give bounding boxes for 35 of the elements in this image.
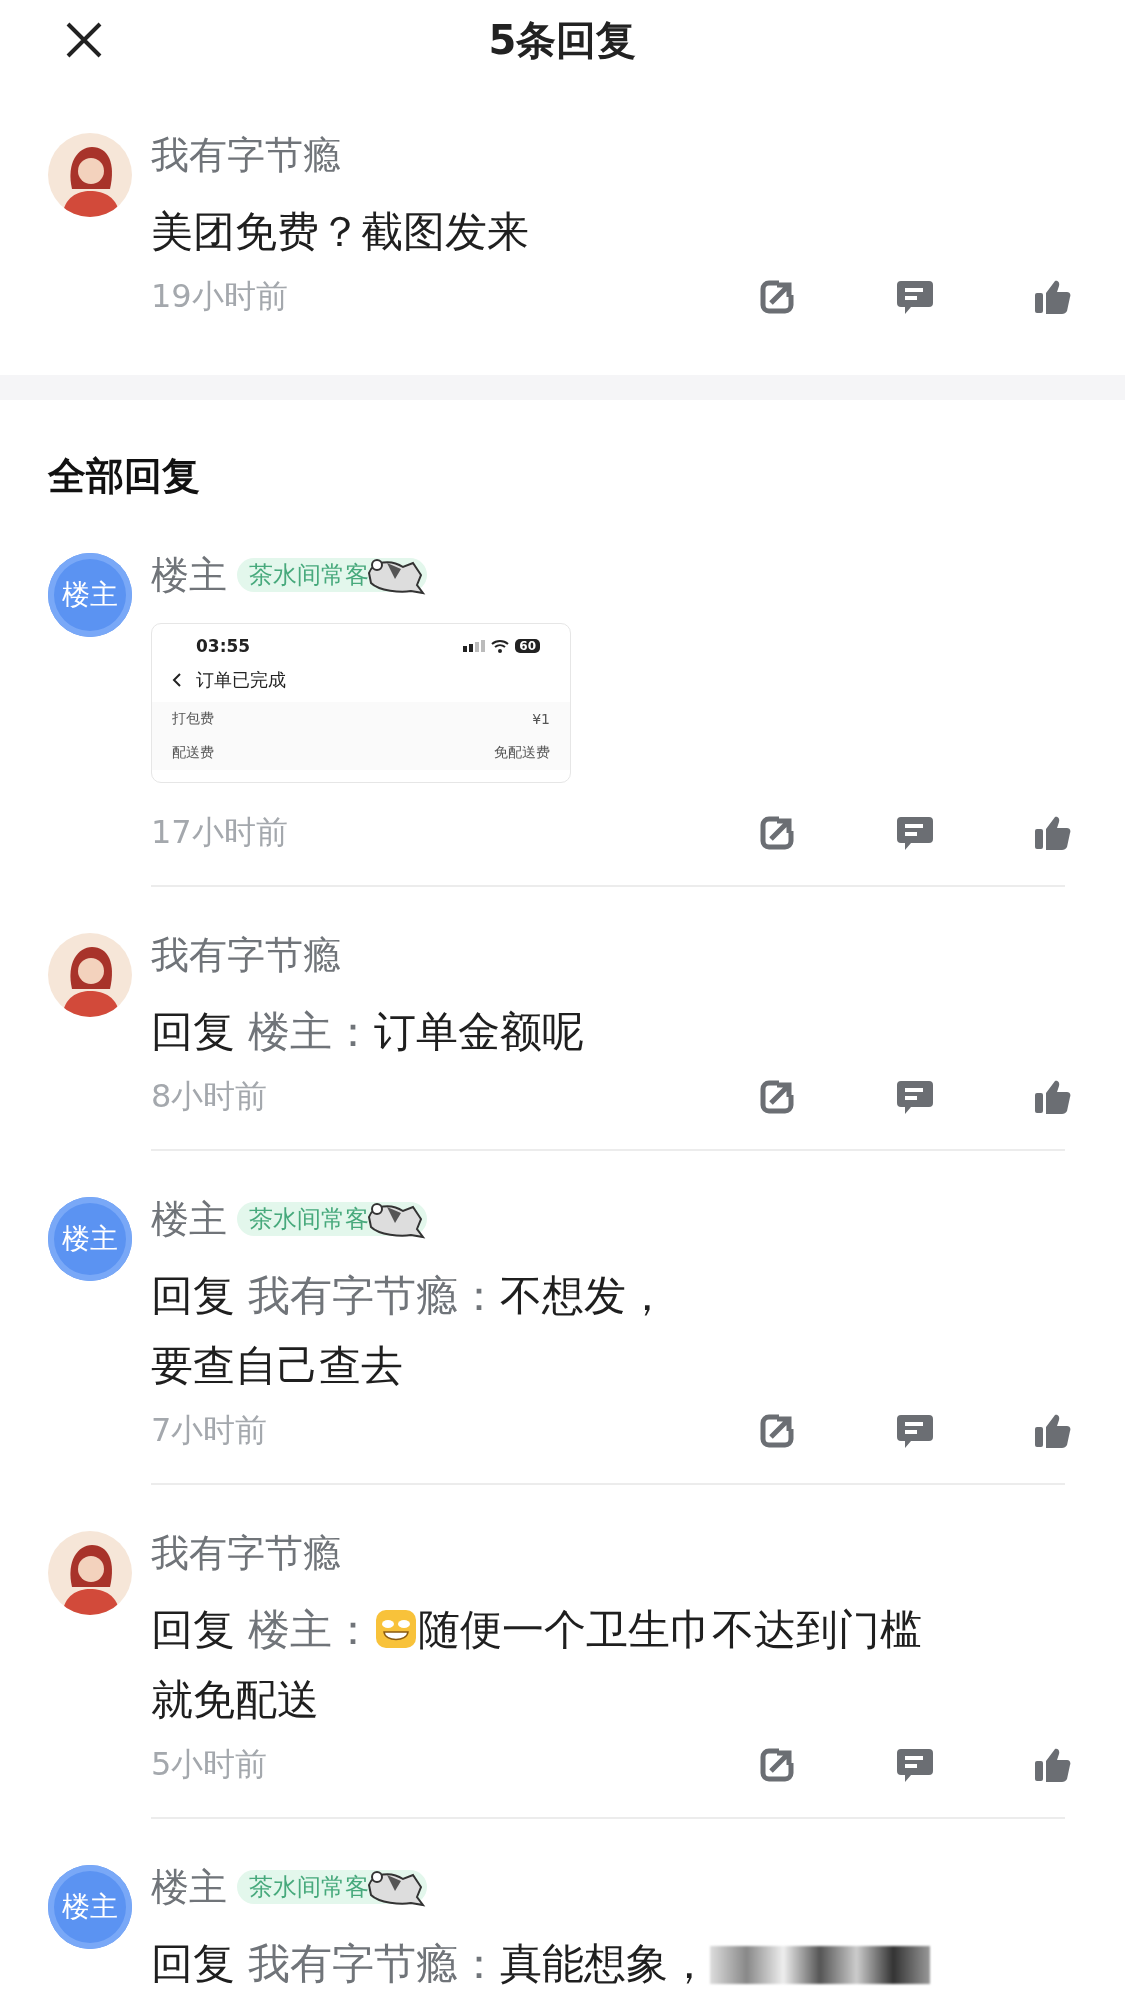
author-name[interactable]: 我有字节瘾	[151, 929, 341, 981]
timestamp: 7小时前	[151, 1410, 268, 1451]
author-name[interactable]: 我有字节瘾	[151, 129, 341, 181]
user-badge: 茶水间常客	[237, 558, 427, 592]
wifi-icon	[491, 639, 510, 653]
back-icon	[172, 672, 182, 688]
signal-icon	[463, 640, 486, 652]
comment-text: 回复 我有字节瘾：不想发， 要查自己查去	[151, 1270, 670, 1392]
screenshot-title: 订单已完成	[196, 668, 286, 692]
fee-label: 打包费	[172, 710, 214, 728]
fee-label: 配送费	[172, 744, 214, 762]
battery-level: 60	[515, 639, 540, 653]
fee-value: 免配送费	[494, 744, 550, 762]
user-badge: 茶水间常客	[237, 1870, 427, 1904]
comment-text: 回复 楼主： 随便一个卫生巾不达到门槛就免配送	[151, 1604, 924, 1726]
order-screenshot[interactable]: 03:55 60 订单已完成 打包费 ¥1 配送费 免配送费	[151, 623, 571, 783]
timestamp: 17小时前	[151, 812, 288, 853]
user-avatar[interactable]: 楼主	[48, 1197, 132, 1281]
comment-text: 回复 楼主：订单金额呢	[151, 1006, 586, 1058]
timestamp: 5小时前	[151, 1744, 268, 1785]
timestamp: 19小时前	[151, 276, 288, 317]
section-title: 全部回复	[47, 453, 201, 500]
author-name[interactable]: 楼主	[151, 549, 227, 601]
author-name[interactable]: 我有字节瘾	[151, 1527, 341, 1579]
author-name[interactable]: 楼主	[151, 1861, 227, 1913]
user-badge: 茶水间常客	[237, 1202, 427, 1236]
comment-text: 美团免费？截图发来	[151, 206, 530, 258]
user-avatar[interactable]: 楼主	[48, 1865, 132, 1949]
comment-text: 回复 我有字节瘾：真能想象，	[151, 1929, 951, 1999]
page-title: 5条回复	[488, 15, 637, 65]
fee-value: ¥1	[532, 711, 550, 727]
user-avatar[interactable]: 楼主	[48, 553, 132, 637]
status-time: 03:55	[196, 636, 251, 656]
author-name[interactable]: 楼主	[151, 1193, 227, 1245]
timestamp: 8小时前	[151, 1076, 268, 1117]
